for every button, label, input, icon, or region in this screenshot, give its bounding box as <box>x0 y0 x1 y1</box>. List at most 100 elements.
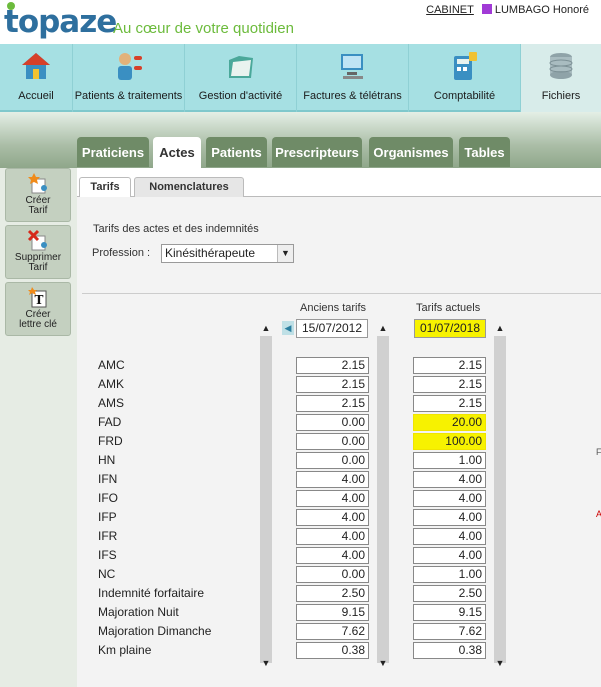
row-label: Majoration Dimanche <box>98 624 212 638</box>
nav-gestion[interactable]: Gestion d'activité <box>185 44 297 112</box>
row-label: Km plaine <box>98 643 152 657</box>
scroll-up-icon[interactable]: ▲ <box>260 322 272 334</box>
row-label: AMK <box>98 377 125 391</box>
old-tarif-field[interactable]: 4.00 <box>296 509 369 526</box>
scroll-up-icon[interactable]: ▲ <box>377 322 389 334</box>
old-date-field[interactable]: 15/07/2012 <box>296 319 368 338</box>
new-tarif-field[interactable]: 4.00 <box>413 528 486 545</box>
new-tarif-field[interactable]: 4.00 <box>413 509 486 526</box>
nav-patients[interactable]: Patients & traitements <box>73 44 185 112</box>
tab-praticiens[interactable]: Praticiens <box>77 137 149 167</box>
old-tarif-field[interactable]: 4.00 <box>296 547 369 564</box>
old-tarif-field[interactable]: 0.00 <box>296 452 369 469</box>
new-tarif-field[interactable]: 4.00 <box>413 471 486 488</box>
folder-icon <box>228 56 253 78</box>
row-label: Majoration Nuit <box>98 605 179 619</box>
table-row: Majoration Dimanche 7.62 7.62 <box>92 622 601 641</box>
table-row: Majoration Nuit 9.15 9.15 <box>92 603 601 622</box>
new-tarif-field[interactable]: 9.15 <box>413 604 486 621</box>
tab-actes[interactable]: Actes <box>153 137 201 168</box>
create-keyletter-button[interactable]: T Créer lettre clé <box>5 282 71 336</box>
old-tarif-field[interactable]: 4.00 <box>296 490 369 507</box>
calculator-icon <box>453 52 477 80</box>
user-name: LUMBAGO Honoré <box>494 4 589 16</box>
table-row: AMK 2.15 2.15 <box>92 375 601 394</box>
new-tarif-field[interactable]: 1.00 <box>413 452 486 469</box>
row-label: FAD <box>98 415 122 429</box>
table-row: IFS 4.00 4.00 <box>92 546 601 565</box>
sidebar-label: Tarif <box>28 262 48 273</box>
new-tarif-field[interactable]: 2.15 <box>413 357 486 374</box>
create-tarif-button[interactable]: Créer Tarif <box>5 168 71 222</box>
profession-value: Kinésithérapeute <box>165 246 256 260</box>
sidebar-label: Tarif <box>28 205 48 216</box>
new-tarif-field[interactable]: 0.38 <box>413 642 486 659</box>
divider <box>82 293 601 294</box>
old-tarif-field[interactable]: 7.62 <box>296 623 369 640</box>
new-tarif-field[interactable]: 2.50 <box>413 585 486 602</box>
user-info[interactable]: LUMBAGO Honoré <box>481 4 589 16</box>
chevron-down-icon[interactable]: ▼ <box>277 245 293 262</box>
nav-label: Comptabilité <box>433 90 496 102</box>
new-tarif-field[interactable]: 2.15 <box>413 395 486 412</box>
old-tarif-field[interactable]: 2.50 <box>296 585 369 602</box>
table-row: Km plaine 0.38 0.38 <box>92 641 601 660</box>
old-tarif-field[interactable]: 2.15 <box>296 357 369 374</box>
row-label: IFO <box>98 491 118 505</box>
table-row: IFR 4.00 4.00 <box>92 527 601 546</box>
nav-factures[interactable]: Factures & télétrans <box>297 44 409 112</box>
table-row: FRD 0.00 100.00 <box>92 432 601 451</box>
tab-prescripteurs[interactable]: Prescripteurs <box>272 137 362 167</box>
old-tarif-field[interactable]: 9.15 <box>296 604 369 621</box>
old-tarif-field[interactable]: 2.15 <box>296 376 369 393</box>
patients-icon <box>117 53 142 80</box>
nav-fichiers[interactable]: Fichiers <box>521 44 601 112</box>
nav-comptabilite[interactable]: Comptabilité <box>409 44 521 112</box>
new-tarif-field[interactable]: 4.00 <box>413 490 486 507</box>
old-tarif-field[interactable]: 0.00 <box>296 433 369 450</box>
nav-accueil[interactable]: Accueil <box>0 44 73 112</box>
new-tarif-field[interactable]: 7.62 <box>413 623 486 640</box>
new-tarif-field[interactable]: 4.00 <box>413 547 486 564</box>
tab-tables[interactable]: Tables <box>459 137 510 167</box>
sub-tabs: Tarifs Nomenclatures <box>77 177 601 198</box>
computer-icon <box>340 54 363 79</box>
old-tarif-field[interactable]: 0.00 <box>296 566 369 583</box>
new-tarif-field[interactable]: 2.15 <box>413 376 486 393</box>
delete-x-icon <box>27 229 47 251</box>
old-tarif-field[interactable]: 4.00 <box>296 471 369 488</box>
old-tarif-field[interactable]: 4.00 <box>296 528 369 545</box>
cabinet-link[interactable]: CABINET <box>426 4 474 16</box>
logo-dot <box>7 2 15 10</box>
database-icon <box>549 53 573 79</box>
subtab-nomenclatures[interactable]: Nomenclatures <box>134 177 244 197</box>
scroll-up-icon[interactable]: ▲ <box>494 322 506 334</box>
old-tarif-field[interactable]: 0.00 <box>296 414 369 431</box>
new-tarif-field[interactable]: 100.00 <box>413 433 486 450</box>
table-row: HN 0.00 1.00 <box>92 451 601 470</box>
topaze-logo[interactable]: topaze <box>4 2 117 40</box>
new-date-field[interactable]: 01/07/2018 <box>414 319 486 338</box>
prev-date-icon[interactable]: ◀ <box>282 321 294 335</box>
tarifs-panel: Tarifs des actes et des indemnités Profe… <box>77 197 601 687</box>
old-tarif-field[interactable]: 0.38 <box>296 642 369 659</box>
new-tarif-field[interactable]: 1.00 <box>413 566 486 583</box>
edge-text: A <box>596 509 601 519</box>
nav-label: Factures & télétrans <box>303 90 402 102</box>
new-tarif-field[interactable]: 20.00 <box>413 414 486 431</box>
row-label: IFN <box>98 472 118 486</box>
col-new-title: Tarifs actuels <box>416 302 481 314</box>
col-old-title: Anciens tarifs <box>300 302 367 314</box>
table-row: AMC 2.15 2.15 <box>92 356 601 375</box>
old-tarif-field[interactable]: 2.15 <box>296 395 369 412</box>
row-label: AMC <box>98 358 125 372</box>
tab-organismes[interactable]: Organismes <box>369 137 453 167</box>
profession-select[interactable]: Kinésithérapeute ▼ <box>161 244 294 263</box>
table-row: IFO 4.00 4.00 <box>92 489 601 508</box>
house-icon <box>22 53 50 79</box>
table-row: Indemnité forfaitaire 2.50 2.50 <box>92 584 601 603</box>
delete-tarif-button[interactable]: Supprimer Tarif <box>5 225 71 279</box>
tab-patients[interactable]: Patients <box>206 137 267 167</box>
subtab-tarifs[interactable]: Tarifs <box>79 177 131 198</box>
table-row: IFP 4.00 4.00 <box>92 508 601 527</box>
